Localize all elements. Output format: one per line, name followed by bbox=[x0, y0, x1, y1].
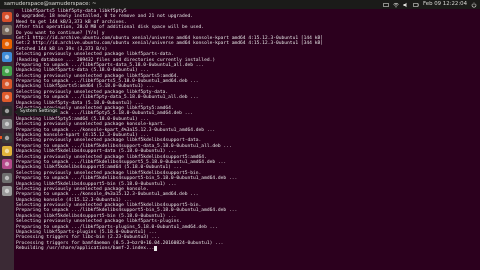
amazon-icon[interactable] bbox=[2, 105, 12, 116]
top-panel: samuderspace@samuderspace: ~ Feb 09 12:2… bbox=[0, 0, 480, 9]
firefox-icon[interactable] bbox=[2, 38, 12, 49]
clock[interactable]: Feb 09 12:22:04 bbox=[423, 0, 467, 9]
active-indicator bbox=[0, 136, 2, 140]
app-icon[interactable] bbox=[2, 159, 12, 170]
launcher-tooltip: System Settings bbox=[13, 108, 61, 116]
dash-search-icon[interactable] bbox=[2, 12, 12, 22]
terminal-line: Get:2 http://id.archive.ubuntu.com/ubunt… bbox=[16, 41, 323, 47]
system-tray: Feb 09 12:22:04 bbox=[383, 0, 477, 9]
system-settings-icon[interactable] bbox=[2, 119, 12, 130]
terminal-cursor bbox=[154, 246, 158, 252]
terminal-line: Rebuilding /usr/share/applications/bamf-… bbox=[16, 246, 323, 252]
battery-icon[interactable] bbox=[413, 2, 419, 8]
libreoffice-writer-icon[interactable] bbox=[2, 52, 12, 63]
libreoffice-impress-icon[interactable] bbox=[2, 79, 12, 89]
libreoffice-calc-icon[interactable] bbox=[2, 65, 12, 76]
terminal-icon[interactable] bbox=[2, 132, 12, 143]
volume-icon[interactable] bbox=[403, 2, 409, 8]
terminal-window[interactable]: libkf5parts5 libkf5pty-data libkf5pty5 0 … bbox=[14, 9, 480, 270]
software-center-icon[interactable] bbox=[2, 92, 12, 103]
trash-icon[interactable] bbox=[2, 186, 12, 197]
keyboard-icon[interactable] bbox=[383, 2, 389, 8]
launcher bbox=[0, 9, 15, 270]
power-icon[interactable] bbox=[471, 2, 477, 8]
wifi-icon[interactable] bbox=[393, 2, 399, 8]
chrome-icon[interactable] bbox=[2, 146, 12, 156]
window-title: samuderspace@samuderspace: ~ bbox=[4, 1, 97, 7]
files-icon[interactable] bbox=[2, 25, 12, 36]
terminal-output: libkf5parts5 libkf5pty-data libkf5pty5 0 … bbox=[16, 9, 323, 252]
workspace-icon[interactable] bbox=[2, 172, 12, 183]
